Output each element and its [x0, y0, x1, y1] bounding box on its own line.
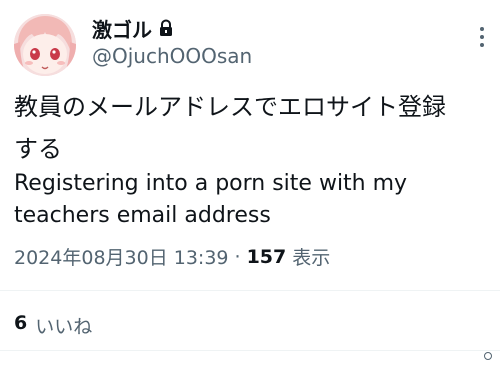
avatar[interactable] — [14, 14, 76, 76]
likes-summary[interactable]: 6 いいね — [14, 312, 92, 339]
meta-separator: · — [234, 245, 241, 268]
post-text-japanese-line1: 教員のメールアドレスでエロサイト登録 — [14, 93, 446, 121]
divider — [0, 350, 500, 351]
views-count: 157 — [246, 245, 287, 268]
post-text-english: Registering into a porn site with my tea… — [14, 168, 494, 232]
author-display-name[interactable]: 激ゴル — [92, 14, 152, 43]
post-card: 激ゴル @OjuchOOOsan 教員のメールアドレスでエロサイト登録 する R… — [0, 0, 500, 365]
views-label: 表示 — [292, 247, 331, 269]
lock-icon — [158, 19, 174, 37]
post-text-english-line1: Registering into a porn site with my — [14, 171, 408, 196]
post-text-japanese-line2: する — [14, 135, 62, 163]
likes-count: 6 — [14, 312, 28, 334]
likes-label: いいね — [35, 316, 93, 338]
divider — [0, 290, 500, 291]
post-text-english-line2: teachers email address — [14, 203, 271, 228]
more-vertical-icon[interactable] — [478, 26, 486, 48]
post-timestamp[interactable]: 2024年08月30日 13:39 — [14, 243, 229, 270]
scroll-indicator-icon — [484, 352, 492, 360]
anime-girl-avatar-icon — [14, 14, 76, 76]
author-handle[interactable]: @OjuchOOOsan — [92, 44, 252, 68]
author-name-row: 激ゴル — [92, 14, 174, 42]
post-text-japanese: 教員のメールアドレスでエロサイト登録 する — [14, 86, 494, 170]
post-meta: 2024年08月30日 13:39 · 157 表示 — [14, 243, 330, 270]
